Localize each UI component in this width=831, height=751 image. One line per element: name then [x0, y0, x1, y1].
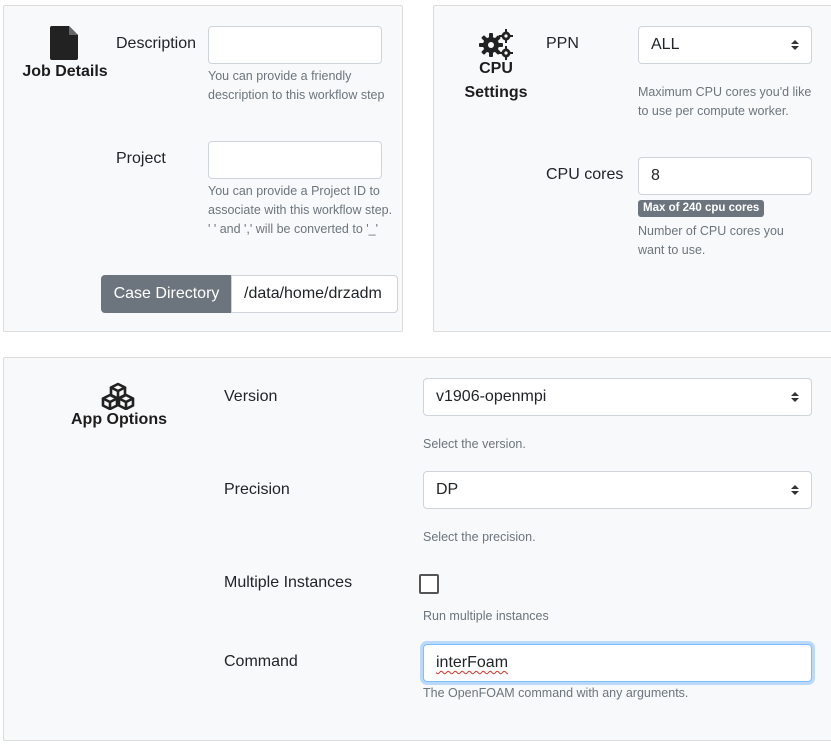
version-selected-value: v1906-openmpi [436, 388, 547, 405]
version-help: Select the version. [423, 437, 526, 451]
cpu-cores-help: Number of CPU cores you want to use. [638, 224, 784, 257]
ppn-select[interactable]: ALL [638, 26, 812, 64]
project-label: Project [116, 150, 166, 167]
description-help: You can provide a friendly description t… [208, 69, 385, 102]
app-options-panel: App Options Version v1906-openmpi Select… [3, 357, 831, 741]
cpu-cores-label: CPU cores [546, 166, 624, 183]
cpu-cores-input[interactable]: 8 [638, 157, 812, 195]
case-directory-addon: Case Directory [101, 275, 232, 313]
ppn-help: Maximum CPU cores you'd like to use per … [638, 85, 812, 118]
select-caret-icon [791, 40, 799, 50]
cpu-settings-title-line1: CPU [479, 60, 513, 77]
version-select[interactable]: v1906-openmpi [423, 378, 812, 416]
max-cpu-cores-badge: Max of 240 cpu cores [638, 200, 765, 217]
app-options-title: App Options [71, 411, 167, 428]
select-caret-icon [791, 392, 799, 402]
job-details-panel: Job Details Description You can provide … [3, 5, 403, 332]
cpu-settings-title-line2: Settings [464, 84, 528, 101]
command-value: interFoam [436, 654, 509, 671]
precision-label: Precision [224, 481, 290, 498]
precision-help: Select the precision. [423, 530, 536, 544]
command-label: Command [224, 653, 298, 670]
ppn-selected-value: ALL [651, 36, 680, 53]
multiple-instances-checkbox[interactable] [419, 574, 439, 594]
ppn-label: PPN [546, 35, 579, 52]
project-input[interactable] [208, 141, 382, 179]
precision-select[interactable]: DP [423, 471, 812, 509]
case-directory-input[interactable]: /data/home/drzadm [231, 275, 398, 313]
job-details-title: Job Details [22, 63, 108, 80]
precision-selected-value: DP [436, 481, 459, 498]
description-input[interactable] [208, 26, 382, 64]
project-help: You can provide a Project ID to associat… [208, 184, 393, 236]
multiple-instances-help: Run multiple instances [423, 609, 549, 623]
multiple-instances-label: Multiple Instances [224, 574, 353, 591]
version-label: Version [224, 388, 278, 405]
description-label: Description [116, 35, 197, 52]
command-help: The OpenFOAM command with any arguments. [423, 686, 689, 700]
cpu-settings-panel: CPU Settings PPN ALL Maximum CPU cores y… [433, 5, 831, 332]
select-caret-icon [791, 485, 799, 495]
command-input[interactable]: interFoam [423, 644, 812, 682]
